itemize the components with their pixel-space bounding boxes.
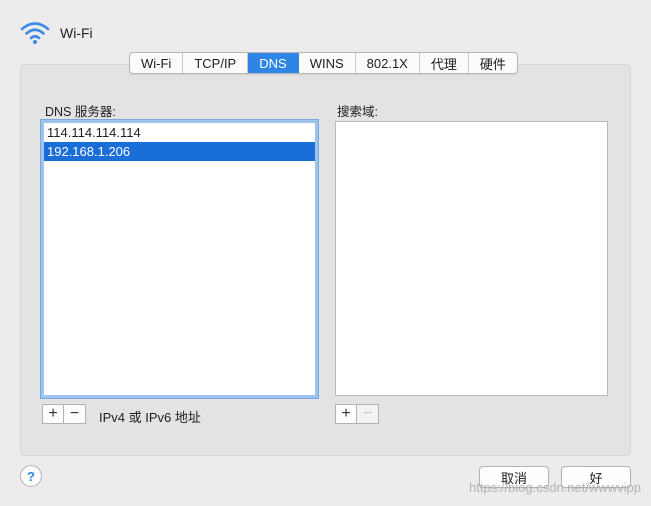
- remove-search-domain-button[interactable]: −: [357, 404, 379, 424]
- dns-servers-label: DNS 服务器:: [45, 105, 116, 119]
- dns-address-hint: IPv4 或 IPv6 地址: [99, 410, 201, 425]
- list-item[interactable]: 114.114.114.114: [44, 123, 315, 142]
- search-domains-list[interactable]: [335, 121, 608, 396]
- dns-server-buttons: + −: [42, 404, 86, 424]
- help-button[interactable]: ?: [20, 465, 42, 487]
- add-search-domain-button[interactable]: +: [335, 404, 357, 424]
- search-domains-label: 搜索域:: [337, 105, 378, 119]
- tab-tcpip[interactable]: TCP/IP: [183, 53, 249, 73]
- tab-hardware[interactable]: 硬件: [469, 53, 517, 73]
- wifi-icon: [20, 22, 50, 44]
- tab-8021x[interactable]: 802.1X: [356, 53, 420, 73]
- tab-dns[interactable]: DNS: [248, 53, 299, 73]
- list-item[interactable]: 192.168.1.206: [44, 142, 315, 161]
- tab-proxy[interactable]: 代理: [420, 53, 469, 73]
- tab-wins[interactable]: WINS: [299, 53, 356, 73]
- tab-bar: Wi-Fi TCP/IP DNS WINS 802.1X 代理 硬件: [129, 52, 518, 74]
- tab-wifi[interactable]: Wi-Fi: [130, 53, 184, 73]
- search-domain-buttons: + −: [335, 404, 379, 424]
- window-title: Wi-Fi: [60, 25, 93, 41]
- watermark-text: https://blog.csdn.net/wwwvipp: [469, 480, 641, 495]
- window-header: Wi-Fi: [20, 18, 93, 48]
- dns-servers-list[interactable]: 114.114.114.114 192.168.1.206: [40, 119, 319, 399]
- remove-dns-server-button[interactable]: −: [64, 404, 86, 424]
- add-dns-server-button[interactable]: +: [42, 404, 64, 424]
